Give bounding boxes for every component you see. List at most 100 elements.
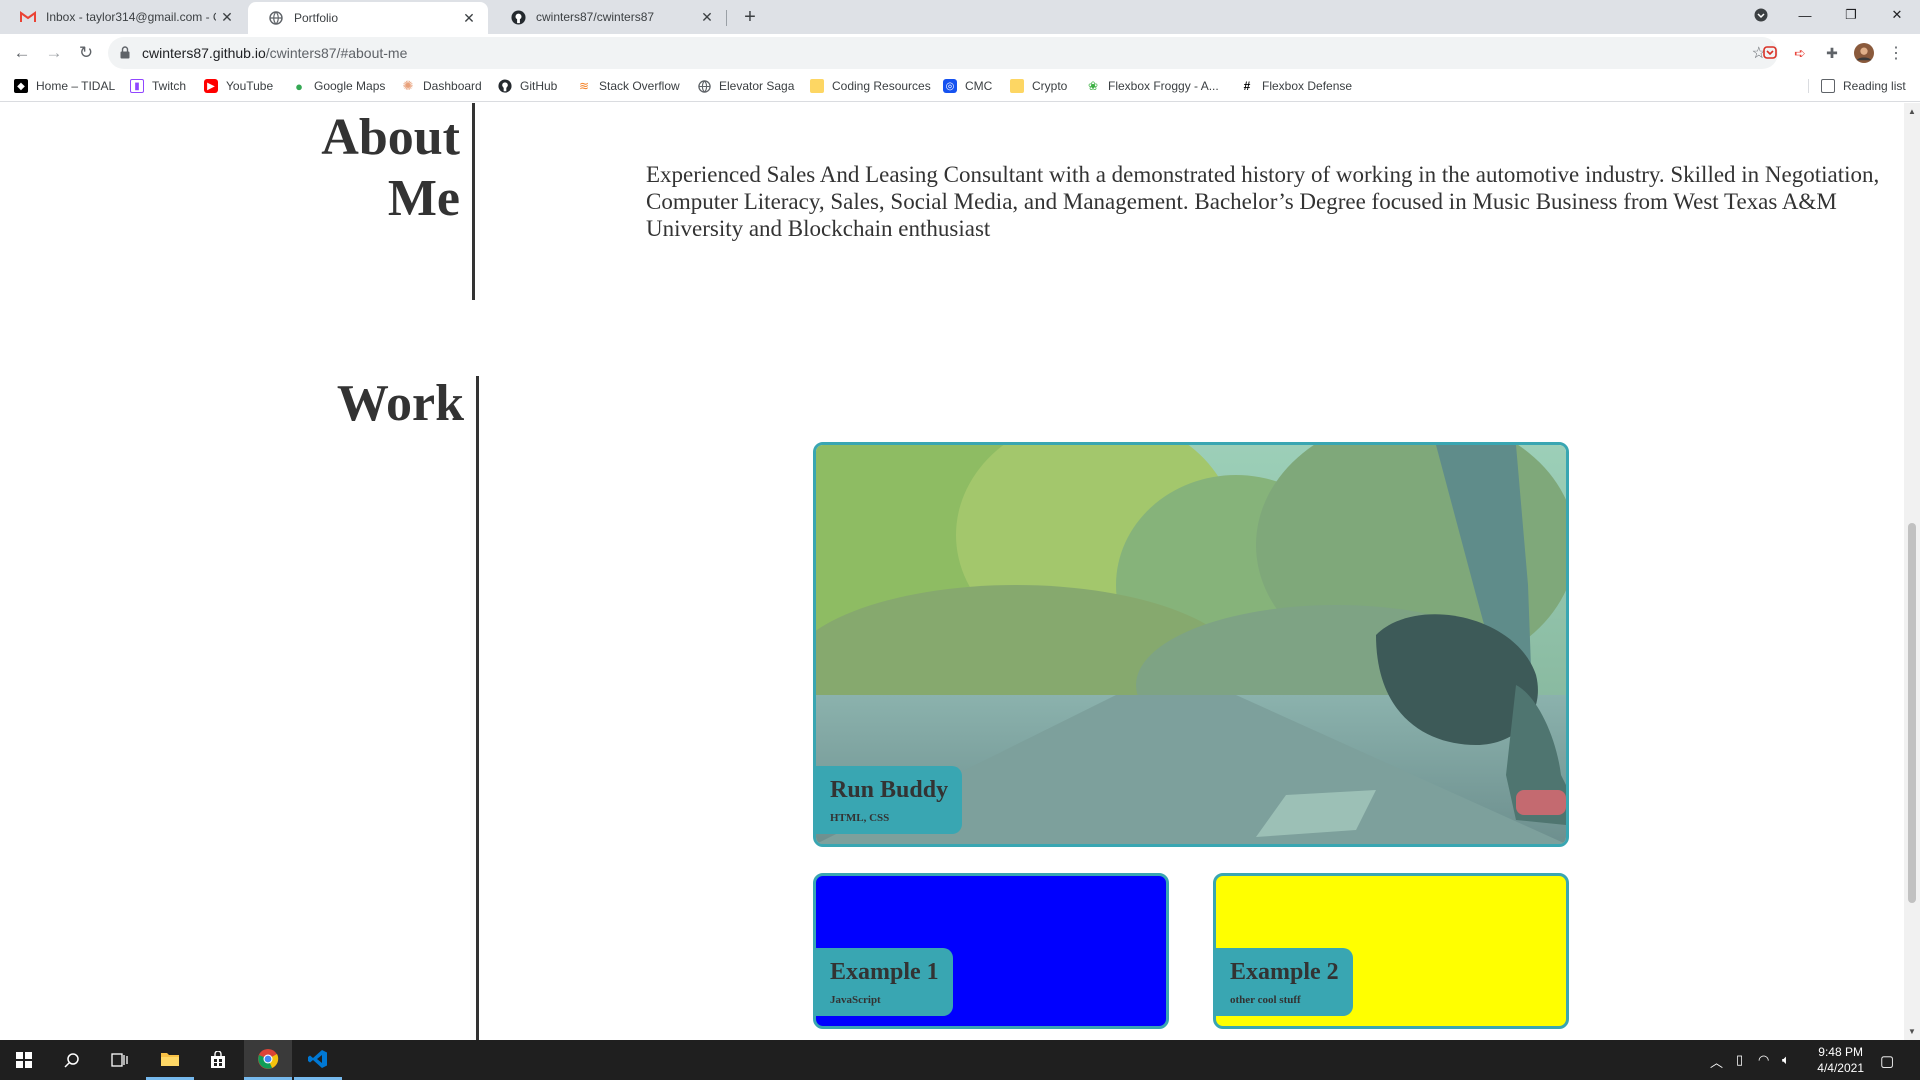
project-title: Example 2: [1230, 959, 1339, 985]
project-card-example-2[interactable]: Example 2 other cool stuff: [1213, 873, 1569, 1029]
twitch-icon: ▮: [130, 79, 144, 93]
about-divider: [472, 103, 475, 300]
tab-search-icon[interactable]: [1738, 0, 1784, 30]
bookmark-folder-crypto[interactable]: Crypto: [1010, 79, 1067, 93]
bookmark-github[interactable]: GitHub: [498, 79, 557, 93]
extension-arrow-icon[interactable]: ➪: [1790, 43, 1810, 63]
youtube-icon: ▶: [204, 79, 218, 93]
forward-icon[interactable]: →: [42, 41, 66, 65]
vscode-icon[interactable]: [294, 1040, 342, 1080]
bookmark-google-maps[interactable]: ● Google Maps: [292, 78, 385, 94]
extensions-puzzle-icon[interactable]: ✚: [1822, 43, 1842, 63]
tab-inbox[interactable]: Inbox - taylor314@gmail.com - G ✕: [0, 0, 246, 34]
project-label: Run Buddy HTML, CSS: [816, 766, 963, 834]
reload-icon[interactable]: ↻: [74, 41, 98, 65]
bookmark-label: CMC: [965, 79, 993, 93]
project-title: Example 1: [830, 959, 939, 985]
bookmark-dashboard[interactable]: ✺ Dashboard: [401, 78, 482, 93]
bookmark-label: GitHub: [520, 79, 558, 93]
volume-icon[interactable]: 🔈︎: [1782, 1052, 1790, 1068]
scroll-thumb[interactable]: [1908, 523, 1916, 903]
bookmark-label: Coding Resources: [832, 79, 931, 93]
bookmark-label: Home – TIDAL: [36, 79, 116, 93]
globe-icon: [697, 79, 711, 93]
close-icon[interactable]: ✕: [216, 9, 238, 26]
back-icon[interactable]: ←: [10, 41, 34, 65]
store-icon[interactable]: [194, 1040, 242, 1080]
tab-title: Portfolio: [294, 11, 339, 25]
url-host: cwinters87.github.io: [142, 45, 266, 61]
bookmark-flexbox-defense[interactable]: # Flexbox Defense: [1240, 79, 1352, 93]
project-card-example-1[interactable]: Example 1 JavaScript: [813, 873, 1169, 1029]
scroll-down-icon[interactable]: ▼: [1908, 1027, 1916, 1036]
bookmark-elevator-saga[interactable]: Elevator Saga: [697, 79, 794, 93]
bookmark-label: Flexbox Froggy - A...: [1108, 79, 1219, 93]
notifications-icon[interactable]: ▢: [1880, 1052, 1894, 1070]
network-icon[interactable]: ◠: [1758, 1052, 1769, 1068]
bookmark-label: YouTube: [226, 79, 274, 93]
url-text: cwinters87.github.io/cwinters87/#about-m…: [142, 45, 407, 61]
github-icon: [510, 9, 526, 25]
tab-strip: Inbox - taylor314@gmail.com - G ✕ Portfo…: [0, 0, 1920, 34]
clock-date: 4/4/2021: [1817, 1061, 1864, 1075]
tray-chevron-icon[interactable]: ︿: [1710, 1052, 1723, 1071]
window-close-icon[interactable]: ✕: [1874, 0, 1920, 30]
bookmark-label: Twitch: [152, 79, 187, 93]
bookmark-label: Flexbox Defense: [1262, 79, 1353, 93]
url-path: /cwinters87/#about-me: [265, 45, 408, 61]
folder-icon: [810, 79, 824, 93]
bookmark-tidal[interactable]: ◆ Home – TIDAL: [14, 79, 115, 93]
file-explorer-icon[interactable]: [146, 1040, 194, 1080]
dashboard-icon: ✺: [402, 78, 414, 93]
bookmark-label: Stack Overflow: [599, 79, 680, 93]
project-tech: HTML, CSS: [830, 812, 890, 824]
bookmark-twitch[interactable]: ▮ Twitch: [130, 79, 186, 93]
bookmark-label: Crypto: [1032, 79, 1068, 93]
bookmark-cmc[interactable]: ◎ CMC: [943, 79, 992, 93]
windows-start-icon[interactable]: [0, 1040, 48, 1080]
page-viewport[interactable]: About Me Experienced Sales And Leasing C…: [0, 103, 1904, 1040]
menu-kebab-icon[interactable]: ⋮: [1886, 43, 1906, 63]
battery-icon[interactable]: ▯: [1736, 1052, 1743, 1068]
profile-avatar[interactable]: [1854, 43, 1874, 63]
gmail-icon: [20, 9, 36, 25]
about-text: Experienced Sales And Leasing Consultant…: [646, 162, 1880, 241]
browser-toolbar: ← → ↻ cwinters87.github.io/cwinters87/#a…: [0, 34, 1920, 72]
scroll-up-icon[interactable]: ▲: [1908, 107, 1916, 116]
reading-list-button[interactable]: Reading list: [1808, 79, 1906, 93]
bookmark-label: Dashboard: [423, 79, 482, 93]
tab-separator: [726, 10, 727, 26]
maps-pin-icon: ●: [295, 78, 303, 94]
system-clock[interactable]: 9:48 PM 4/4/2021: [1817, 1044, 1864, 1076]
tab-portfolio[interactable]: Portfolio ✕: [248, 2, 488, 34]
restore-icon[interactable]: ❐: [1828, 0, 1874, 30]
task-view-icon[interactable]: [96, 1040, 144, 1080]
cmc-icon: ◎: [943, 79, 957, 93]
project-tech: JavaScript: [830, 994, 881, 1006]
search-icon[interactable]: [48, 1040, 96, 1080]
stackoverflow-icon: ≋: [578, 79, 590, 93]
close-icon[interactable]: ✕: [696, 9, 718, 26]
github-icon: [498, 79, 512, 93]
about-heading-line1: About: [321, 109, 460, 166]
reading-list-icon: [1821, 79, 1835, 93]
bookmark-flexbox-froggy[interactable]: ❀ Flexbox Froggy - A...: [1086, 79, 1219, 93]
chrome-icon[interactable]: [244, 1040, 292, 1080]
bookmark-stack-overflow[interactable]: ≋ Stack Overflow: [577, 79, 680, 93]
globe-icon: [268, 10, 284, 26]
bookmark-folder-coding-resources[interactable]: Coding Resources: [810, 79, 931, 93]
new-tab-button[interactable]: +: [738, 5, 762, 29]
bookmark-youtube[interactable]: ▶ YouTube: [204, 79, 273, 93]
project-card-run-buddy[interactable]: Run Buddy HTML, CSS: [813, 442, 1569, 847]
project-tech: other cool stuff: [1230, 994, 1301, 1006]
bookmarks-bar: ◆ Home – TIDAL ▮ Twitch ▶ YouTube ● Goog…: [0, 72, 1920, 102]
project-title: Run Buddy: [830, 777, 949, 803]
page-scrollbar[interactable]: ▲ ▼: [1904, 103, 1920, 1040]
minimize-icon[interactable]: —: [1782, 0, 1828, 30]
work-heading: Work: [336, 375, 464, 432]
close-icon[interactable]: ✕: [458, 10, 480, 27]
address-bar[interactable]: cwinters87.github.io/cwinters87/#about-m…: [108, 37, 1778, 69]
tab-github[interactable]: cwinters87/cwinters87 ✕: [490, 0, 726, 34]
pocket-icon[interactable]: [1760, 43, 1780, 63]
bookmark-label: Elevator Saga: [719, 79, 795, 93]
